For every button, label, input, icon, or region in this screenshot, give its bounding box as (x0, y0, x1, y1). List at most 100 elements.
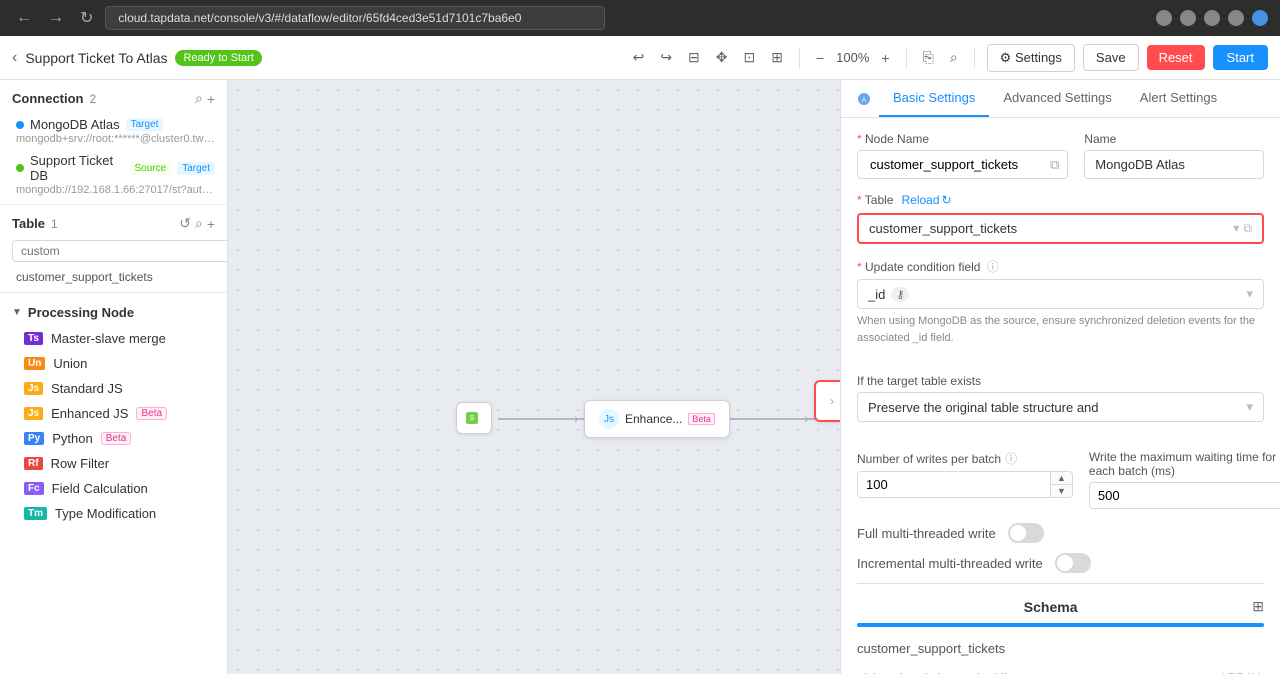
browser-refresh-btn[interactable]: ↻ (76, 6, 97, 30)
full-multi-thread-toggle[interactable] (1008, 523, 1044, 543)
node-item-python[interactable]: Py Python Beta (0, 426, 227, 451)
table-section-header: Table 1 ↺ ⌕ + (0, 209, 227, 238)
node-item-union[interactable]: Un Union (0, 351, 227, 376)
tab-basic-settings[interactable]: Basic Settings (879, 80, 989, 117)
table-dropdown-icon[interactable]: ▾ (1233, 221, 1239, 236)
toolbar-actions: ↩ ↪ ⊟ ✥ ⊡ ⊞ − 100% + ⎘ ⌕ ⚙ Settings Save… (629, 44, 1268, 72)
badge-py: Py (24, 432, 44, 445)
target-node[interactable]: › customer_sup... (814, 380, 840, 422)
writes-per-batch-ctrl[interactable]: ▲ ▼ (857, 471, 1073, 498)
wait-time-ctrl[interactable]: ▲ ▼ (1089, 482, 1280, 509)
table-add-btn[interactable]: + (207, 215, 215, 232)
node-section-header[interactable]: ▼ Processing Node (0, 299, 227, 326)
browser-bar: ← → ↻ cloud.tapdata.net/console/v3/#/dat… (0, 0, 1280, 36)
toolbar-back-btn[interactable]: ‹ (12, 49, 17, 67)
tag-source-support: Source (130, 162, 172, 175)
toolbar-undo-btn[interactable]: ↩ (629, 45, 649, 70)
connection-section-title: Connection (12, 91, 84, 106)
writes-down-btn[interactable]: ▼ (1051, 485, 1072, 497)
toolbar-crop-btn[interactable]: ⊞ (767, 45, 787, 70)
node-item-standard-js[interactable]: Js Standard JS (0, 376, 227, 401)
wait-time-input[interactable] (1090, 483, 1280, 508)
table-select[interactable]: customer_support_tickets ▾ ⧉ (857, 213, 1264, 244)
update-condition-dropdown[interactable]: ▾ (1246, 286, 1253, 302)
enhance-node-beta: Beta (688, 413, 715, 425)
wait-time-group: Write the maximum waiting time for each … (1089, 450, 1280, 509)
source-node[interactable]: S (456, 402, 492, 434)
browser-back-btn[interactable]: ← (12, 7, 36, 29)
update-condition-select[interactable]: _id ⚷ ▾ (857, 279, 1264, 309)
connection-item-support[interactable]: Support Ticket DB Source Target mongodb:… (0, 149, 227, 200)
toolbar-search-btn[interactable]: ⌕ (946, 45, 962, 70)
node-item-field-calc[interactable]: Fc Field Calculation (0, 476, 227, 501)
arrow-1: › (574, 410, 579, 426)
tab-advanced-settings[interactable]: Advanced Settings (989, 80, 1125, 117)
reload-link[interactable]: Reload ↻ (901, 193, 951, 207)
update-condition-info-icon: ⓘ (987, 260, 999, 274)
schema-tabs-bar (857, 623, 1264, 627)
badge-ts: Ts (24, 332, 43, 345)
reload-icon: ↻ (942, 193, 952, 207)
browser-icon-user (1252, 10, 1268, 26)
table-search-btn[interactable]: ⌕ (195, 215, 203, 232)
form-row-names: Node Name ⧉ Name MongoDB Atlas (857, 132, 1264, 179)
connection-add-btn[interactable]: + (207, 90, 215, 107)
connection-dot-atlas (16, 121, 24, 129)
browser-icon-4 (1228, 10, 1244, 26)
enhance-node[interactable]: Js Enhance... Beta (584, 400, 730, 438)
browser-forward-btn[interactable]: → (44, 7, 68, 29)
node-name-label: Node Name (857, 132, 1068, 146)
form-group-table: Table Reload ↻ customer_support_tickets … (857, 193, 1264, 244)
schema-row: ticket_description_embedding ARRAY (857, 666, 1264, 674)
node-label-union: Union (53, 356, 87, 371)
table-exists-select[interactable]: Preserve the original table structure an… (857, 392, 1264, 422)
browser-icon-1 (1156, 10, 1172, 26)
enhance-node-label: Enhance... (625, 412, 682, 426)
node-section-chevron: ▼ (12, 307, 22, 318)
start-button[interactable]: Start (1213, 45, 1268, 70)
table-search-input[interactable] (12, 240, 228, 262)
connection-item-atlas[interactable]: MongoDB Atlas Target mongodb+srv://root:… (0, 113, 227, 149)
table-label: Table (857, 193, 893, 207)
reset-button[interactable]: Reset (1147, 45, 1205, 70)
settings-button[interactable]: ⚙ Settings (987, 44, 1075, 72)
node-item-master-slave[interactable]: Ts Master-slave merge (0, 326, 227, 351)
form-group-name: Name MongoDB Atlas (1084, 132, 1264, 179)
toolbar-zoom-out-btn[interactable]: − (812, 46, 828, 70)
incremental-multi-thread-toggle[interactable] (1055, 553, 1091, 573)
toolbar-redo-btn[interactable]: ↪ (656, 45, 676, 70)
node-section-title: Processing Node (28, 305, 134, 320)
node-item-enhanced-js[interactable]: Js Enhanced JS Beta (0, 401, 227, 426)
svg-text:S: S (470, 415, 475, 422)
connection-search-btn[interactable]: ⌕ (195, 90, 203, 107)
node-label-master-slave: Master-slave merge (51, 331, 166, 346)
name-label: Name (1084, 132, 1264, 146)
node-item-row-filter[interactable]: Rf Row Filter (0, 451, 227, 476)
node-item-type-mod[interactable]: Tm Type Modification (0, 501, 227, 526)
node-name-input[interactable] (866, 151, 1050, 178)
schema-table: ticket_description_embedding ARRAY Custo… (857, 666, 1264, 674)
update-condition-label: Update condition field ⓘ (857, 258, 1264, 275)
badge-js-enhanced: Js (24, 407, 43, 420)
form-group-node-name: Node Name ⧉ (857, 132, 1068, 179)
toolbar-fit-btn[interactable]: ⊡ (740, 45, 760, 70)
toolbar-zoom-in-btn[interactable]: + (877, 46, 893, 70)
toolbar-move-btn[interactable]: ✥ (712, 45, 732, 70)
table-item-0[interactable]: customer_support_tickets (0, 266, 227, 288)
node-name-input-wrap[interactable]: ⧉ (857, 150, 1068, 179)
browser-url-bar: cloud.tapdata.net/console/v3/#/dataflow/… (105, 6, 605, 30)
tab-alert-settings[interactable]: Alert Settings (1126, 80, 1231, 117)
save-button[interactable]: Save (1083, 44, 1139, 71)
canvas-area[interactable]: › › S Js Enhance... Beta › (228, 80, 840, 674)
connection-name-atlas: MongoDB Atlas Target (16, 117, 215, 132)
table-refresh-btn[interactable]: ↺ (179, 215, 191, 232)
writes-per-batch-input[interactable] (858, 472, 1050, 497)
node-label-standard-js: Standard JS (51, 381, 123, 396)
writes-up-btn[interactable]: ▲ (1051, 472, 1072, 485)
node-name-copy-icon[interactable]: ⧉ (1050, 157, 1059, 173)
table-copy-icon[interactable]: ⧉ (1243, 221, 1252, 236)
toolbar-delete-btn[interactable]: ⊟ (684, 45, 704, 70)
toolbar-copy-btn[interactable]: ⎘ (919, 45, 938, 70)
schema-header: Schema ⊞ (857, 598, 1264, 615)
table-value: customer_support_tickets (869, 221, 1017, 236)
